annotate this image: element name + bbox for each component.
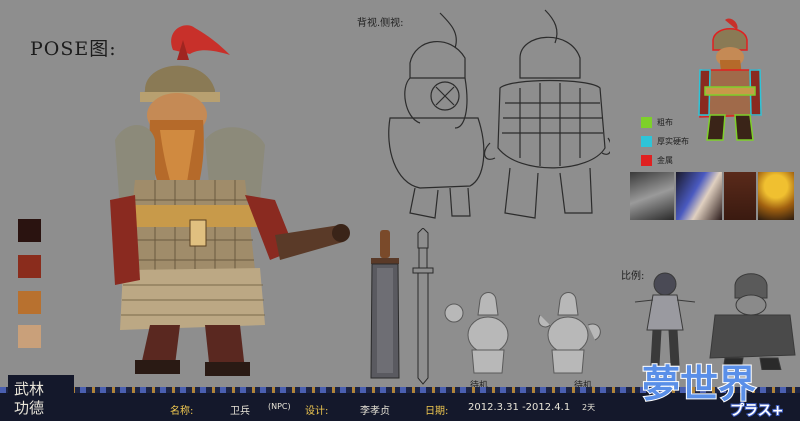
back-side-sketches xyxy=(388,9,610,219)
palette-swatch-1 xyxy=(18,219,41,242)
footer-date-label: 日期: xyxy=(425,406,449,417)
reference-photo-leather xyxy=(724,172,756,220)
footer-npc-tag: (NPC) xyxy=(268,402,291,411)
reference-photo-gold xyxy=(758,172,794,220)
studio-logo-line1: 武林 xyxy=(14,380,44,398)
legend-color-box xyxy=(641,155,652,166)
studio-logo: 武林 功德 xyxy=(8,375,74,419)
game-logo: 夢世界 プラス+ xyxy=(641,361,784,419)
legend-label: 粗布 xyxy=(657,118,673,127)
guard-main-illustration xyxy=(110,25,350,376)
legend-item-coarse-cloth: 粗布 xyxy=(641,117,673,128)
legend-color-box xyxy=(641,136,652,147)
palette-swatch-3 xyxy=(18,291,41,314)
studio-logo-line2: 功德 xyxy=(14,399,44,417)
material-map-figure xyxy=(698,18,762,141)
chibi-idle-sketches xyxy=(444,292,601,374)
footer-name-value: 卫兵 xyxy=(230,406,250,417)
legend-item-thick-cloth: 厚实硬布 xyxy=(641,136,689,147)
palette-swatch-4 xyxy=(18,325,41,348)
reference-photo-armor xyxy=(676,172,722,220)
game-logo-subtitle: プラス+ xyxy=(730,403,783,419)
footer-name-label: 名称: xyxy=(170,406,194,417)
reference-photo-sword xyxy=(630,172,674,220)
concept-art-sheet: POSE图: 背视.侧视: 粗布 厚实硬布 金属 待机 待机 比例: 名称: 卫… xyxy=(0,0,800,421)
footer-designer-label: 设计: xyxy=(305,406,329,417)
footer-date-range: 2012.3.31 -2012.4.1 xyxy=(468,402,571,413)
palette-swatch-2 xyxy=(18,255,41,278)
footer-designer-value: 李孝贞 xyxy=(360,406,390,417)
game-logo-title: 夢世界 xyxy=(642,362,756,406)
weapon-sketches xyxy=(370,228,434,385)
legend-item-metal: 金属 xyxy=(641,155,673,166)
footer-days: 2天 xyxy=(582,403,596,412)
legend-label: 厚实硬布 xyxy=(657,137,689,146)
legend-label: 金属 xyxy=(657,156,673,165)
legend-color-box xyxy=(641,117,652,128)
